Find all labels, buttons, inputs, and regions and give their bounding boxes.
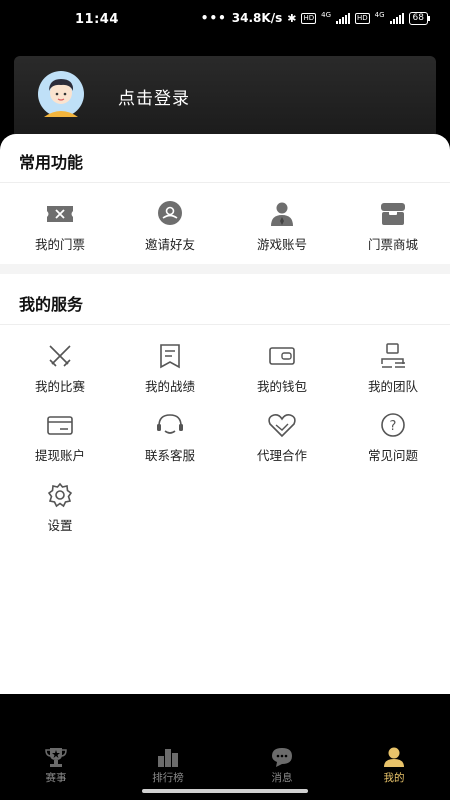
bluetooth-icon: ✱: [287, 11, 297, 25]
invite-friend-label: 邀请好友: [144, 237, 195, 252]
invite-friend-icon: [158, 201, 182, 225]
network-speed: 34.8K/s: [231, 11, 283, 25]
withdraw-account-item[interactable]: 提现账户: [4, 411, 116, 464]
signal-icon-2: [389, 12, 404, 24]
hd-badge: HD: [301, 12, 317, 24]
profile-icon: [384, 747, 404, 767]
ticket-shop-item[interactable]: 门票商城: [337, 200, 449, 253]
bottom-nav: 赛事 排行榜 消息 我的: [0, 694, 450, 800]
agent-cooperation-label: 代理合作: [256, 448, 307, 463]
ticket-shop-icon: [381, 203, 405, 225]
message-icon: [272, 748, 292, 767]
nav-label-messages: 消息: [271, 772, 293, 784]
network-type-2: 4G: [374, 11, 385, 19]
faq-item[interactable]: ? 常见问题: [337, 411, 449, 464]
section-separator: [0, 264, 450, 274]
customer-service-item[interactable]: 联系客服: [114, 411, 226, 464]
svg-text:?: ?: [390, 419, 397, 434]
customer-service-label: 联系客服: [144, 448, 195, 463]
my-team-label: 我的团队: [367, 379, 418, 394]
ticket-icon: [47, 206, 73, 222]
record-bookmark-icon: [160, 344, 180, 369]
status-indicators: ••• 34.8K/s ✱ HD 4G HD 4G 68: [200, 11, 431, 25]
section-title-services: 我的服务: [19, 295, 84, 314]
crossed-swords-icon: [49, 345, 71, 367]
ticket-label: 我的门票: [34, 237, 85, 252]
my-matches-item[interactable]: 我的比赛: [4, 342, 116, 395]
game-account-label: 游戏账号: [256, 237, 307, 252]
gear-icon: [47, 482, 73, 508]
ticket-shop-label: 门票商城: [367, 237, 418, 252]
hd-badge-2: HD: [355, 12, 370, 24]
game-account-item[interactable]: 游戏账号: [226, 200, 338, 253]
avatar[interactable]: [32, 71, 90, 117]
invite-friend-item[interactable]: 邀请好友: [114, 200, 226, 253]
content-panel: 常用功能 我的门票 邀请好友 游戏账号 门票商城 我的服务 我的比赛 我的战绩 …: [0, 134, 450, 694]
divider-2: [0, 324, 450, 325]
my-matches-label: 我的比赛: [34, 379, 85, 394]
faq-label: 常见问题: [367, 448, 418, 463]
nav-item-leaderboard[interactable]: 排行榜: [112, 746, 224, 785]
settings-item[interactable]: 设置: [4, 481, 116, 534]
my-record-item[interactable]: 我的战绩: [114, 342, 226, 395]
section-title-common: 常用功能: [19, 153, 84, 172]
agent-cooperation-item[interactable]: 代理合作: [226, 411, 338, 464]
status-dots: •••: [200, 11, 227, 25]
nav-item-messages[interactable]: 消息: [226, 746, 338, 785]
my-wallet-label: 我的钱包: [256, 379, 307, 394]
network-type: 4G: [321, 11, 331, 19]
card-icon: [47, 416, 73, 435]
divider: [0, 182, 450, 183]
trophy-icon: [45, 748, 67, 767]
home-indicator: [142, 789, 308, 793]
game-account-icon: [271, 202, 293, 226]
handshake-heart-icon: [268, 414, 296, 438]
team-icon: [381, 343, 405, 368]
question-icon: ?: [381, 413, 405, 437]
wallet-icon: [269, 347, 295, 365]
signal-icon: [336, 12, 350, 24]
status-bar: 11:44 ••• 34.8K/s ✱ HD 4G HD 4G 68: [0, 0, 450, 40]
headset-icon: [157, 414, 183, 434]
ticket-item[interactable]: 我的门票: [4, 200, 116, 253]
battery-icon: 68: [408, 11, 431, 25]
my-wallet-item[interactable]: 我的钱包: [226, 342, 338, 395]
leaderboard-icon: [158, 749, 178, 767]
status-time: 11:44: [75, 12, 119, 27]
nav-item-events[interactable]: 赛事: [0, 746, 112, 785]
withdraw-account-label: 提现账户: [34, 448, 85, 463]
nav-label-mine: 我的: [383, 772, 405, 784]
my-team-item[interactable]: 我的团队: [337, 342, 449, 395]
my-record-label: 我的战绩: [144, 379, 195, 394]
settings-label: 设置: [47, 518, 73, 533]
nav-item-mine[interactable]: 我的: [338, 746, 450, 785]
nav-label-leaderboard: 排行榜: [152, 772, 184, 784]
avatar-icon: [38, 71, 84, 117]
nav-label-events: 赛事: [45, 772, 67, 784]
login-prompt[interactable]: 点击登录: [118, 84, 190, 109]
